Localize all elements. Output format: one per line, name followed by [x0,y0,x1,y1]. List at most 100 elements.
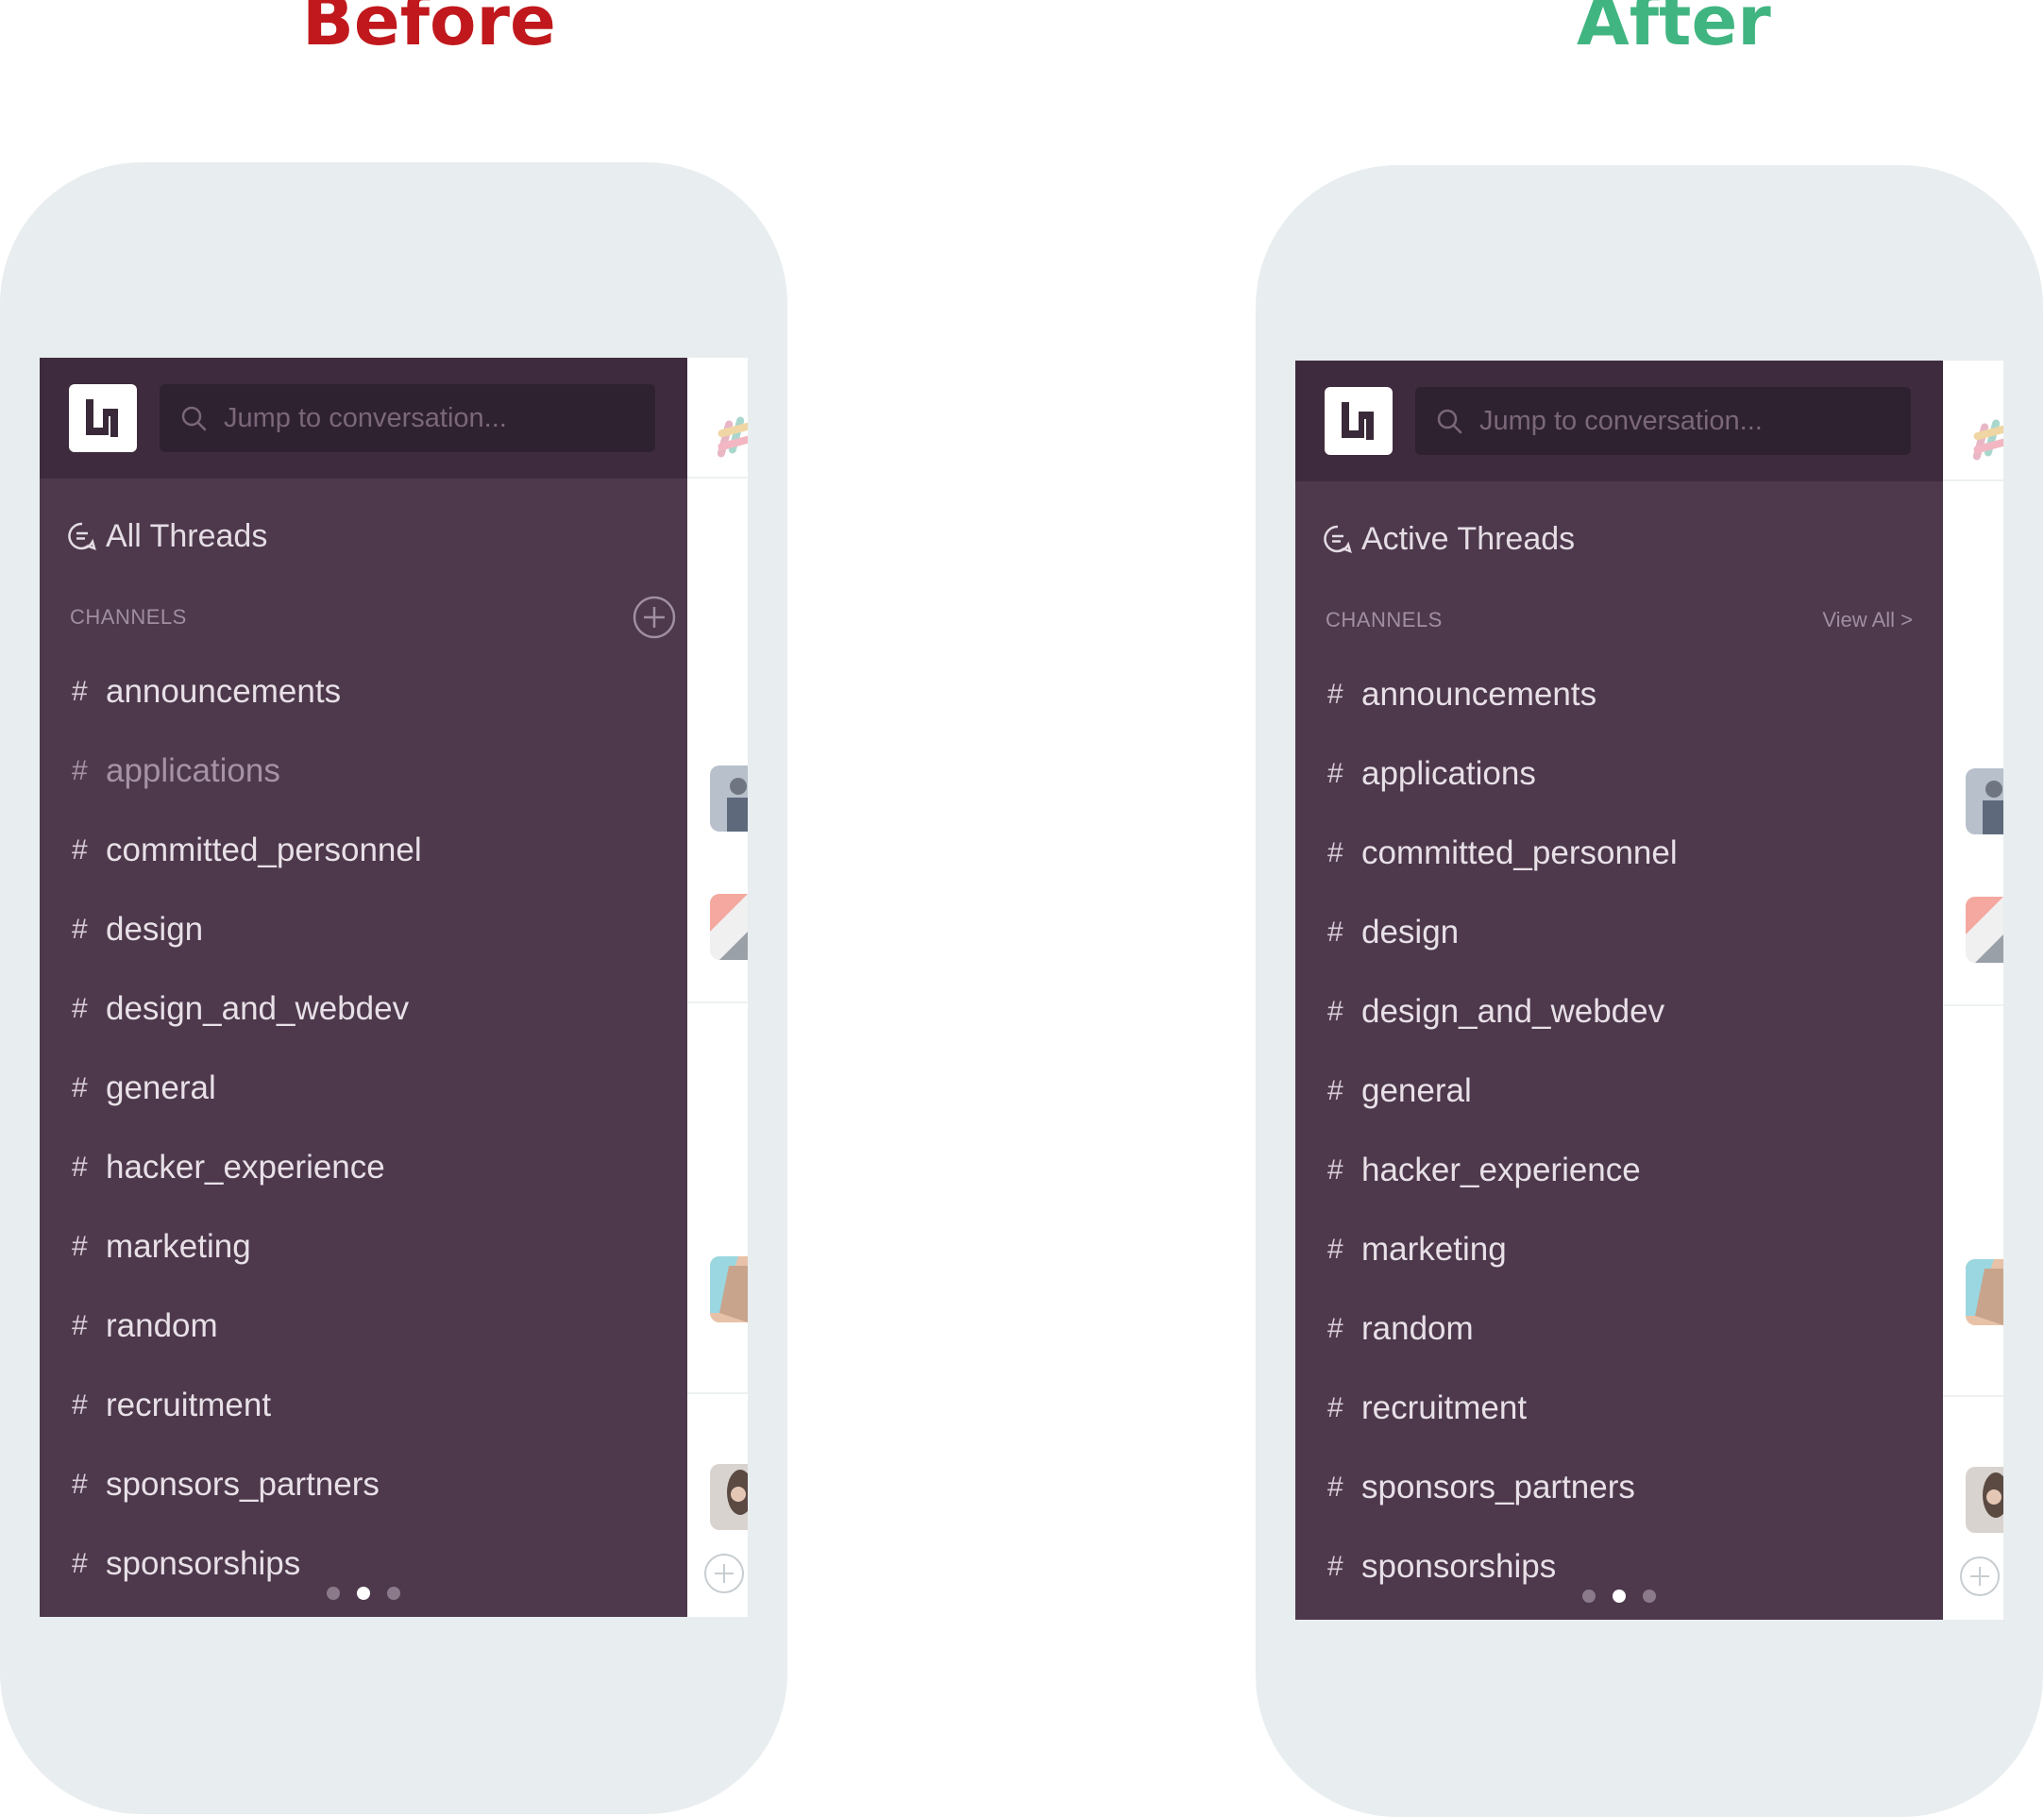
avatar[interactable] [1966,897,2003,963]
channel-item[interactable]: # announcements [1295,655,1943,734]
channel-item[interactable]: # marketing [1295,1210,1943,1289]
before-topbar: Jump to conversation... [40,358,687,479]
view-all-link[interactable]: View All > [1822,597,1913,644]
hash-icon: # [1327,1313,1343,1344]
add-icon[interactable] [702,1552,746,1595]
channel-list: # announcements # applications # committed_… [40,652,687,1604]
before-content-peek [687,358,748,1617]
hash-icon: # [72,914,88,945]
channel-item[interactable]: # design_and_webdev [40,969,687,1049]
avatar[interactable] [1966,768,2003,834]
threads-icon [68,522,96,550]
channel-item[interactable]: # recruitment [40,1366,687,1445]
avatar[interactable] [710,1464,748,1530]
page-dot[interactable] [1582,1590,1596,1603]
page-dot[interactable] [1643,1590,1656,1603]
channel-item[interactable]: # design_and_webdev [1295,972,1943,1052]
channel-item[interactable]: # design [40,890,687,969]
hash-icon: # [72,676,88,707]
after-screen: Jump to conversation... Active Threads C… [1295,361,2003,1620]
search-input[interactable]: Jump to conversation... [160,384,655,452]
threads-label: All Threads [106,518,268,554]
channel-item[interactable]: # announcements [40,652,687,732]
page-indicator [40,1587,687,1602]
search-icon [1437,409,1462,434]
avatar[interactable] [710,1256,748,1322]
avatar[interactable] [710,765,748,832]
channel-item[interactable]: # general [40,1049,687,1128]
channels-header: CHANNELS View All > [1326,597,1913,644]
divider [687,1392,748,1394]
hash-icon: # [1327,917,1343,948]
threads-label: Active Threads [1361,521,1576,557]
workspace-logo-icon[interactable] [69,384,137,452]
channel-item[interactable]: # general [1295,1052,1943,1131]
hash-icon: # [72,755,88,786]
channel-item[interactable]: # sponsors_partners [1295,1448,1943,1527]
hash-icon: # [72,834,88,866]
after-phone-frame: Jump to conversation... Active Threads C… [1256,165,2043,1817]
page-dot-active[interactable] [1613,1590,1626,1603]
slack-logo-icon [1972,419,2003,461]
divider [1943,1395,2003,1397]
avatar[interactable] [1966,1467,2003,1533]
after-sidebar: Jump to conversation... Active Threads C… [1295,361,1943,1620]
search-icon [181,406,207,431]
hash-icon: # [1327,758,1343,789]
page-dot[interactable] [387,1587,400,1600]
search-input[interactable]: Jump to conversation... [1415,387,1911,455]
channel-item[interactable]: # sponsors_partners [40,1445,687,1524]
workspace-logo-icon[interactable] [1325,387,1393,455]
after-topbar: Jump to conversation... [1295,361,1943,481]
hash-icon: # [72,1231,88,1262]
channel-item[interactable]: # hacker_experience [1295,1131,1943,1210]
hash-icon: # [1327,1392,1343,1423]
channel-item[interactable]: # hacker_experience [40,1128,687,1207]
hash-icon: # [1327,1154,1343,1186]
after-heading: After [1577,0,1771,60]
before-screen: Jump to conversation... All Threads CHAN… [40,358,748,1617]
channel-item[interactable]: # committed_personnel [40,811,687,890]
page-indicator [1295,1590,1943,1605]
hash-icon: # [1327,837,1343,868]
hash-icon: # [72,1072,88,1103]
search-placeholder: Jump to conversation... [1479,406,1763,436]
hash-icon: # [1327,1234,1343,1265]
channels-header-label: CHANNELS [1326,608,1443,631]
before-phone-frame: Jump to conversation... All Threads CHAN… [0,162,787,1814]
search-placeholder: Jump to conversation... [224,403,507,433]
avatar[interactable] [1966,1259,2003,1325]
channel-item[interactable]: # recruitment [1295,1369,1943,1448]
add-icon[interactable] [1958,1555,2002,1598]
page-dot[interactable] [327,1587,340,1600]
channel-item[interactable]: # design [1295,893,1943,972]
hash-icon: # [72,1469,88,1500]
divider [1943,1004,2003,1006]
channel-item[interactable]: # applications [1295,734,1943,814]
page-dot-active[interactable] [357,1587,370,1600]
divider [687,1001,748,1003]
hash-icon: # [72,993,88,1024]
hash-icon: # [72,1310,88,1341]
divider [1943,479,2003,481]
hash-icon: # [1327,1472,1343,1503]
before-heading: Before [302,0,556,60]
hash-icon: # [72,1152,88,1183]
channels-header: CHANNELS [70,594,676,641]
add-channel-icon[interactable] [633,596,676,639]
channel-item-muted[interactable]: # applications [40,732,687,811]
channels-header-label: CHANNELS [70,605,187,629]
channel-item[interactable]: # marketing [40,1207,687,1287]
channel-item[interactable]: # random [40,1287,687,1366]
hash-icon: # [1327,996,1343,1027]
avatar[interactable] [710,894,748,960]
hash-icon: # [72,1389,88,1421]
channel-item[interactable]: # random [1295,1289,1943,1369]
slack-logo-icon [717,416,748,458]
threads-icon [1324,525,1352,553]
hash-icon: # [1327,679,1343,710]
before-sidebar: Jump to conversation... All Threads CHAN… [40,358,687,1617]
divider [687,477,748,479]
channel-item[interactable]: # committed_personnel [1295,814,1943,893]
channel-list: # announcements # applications # committed_… [1295,655,1943,1607]
